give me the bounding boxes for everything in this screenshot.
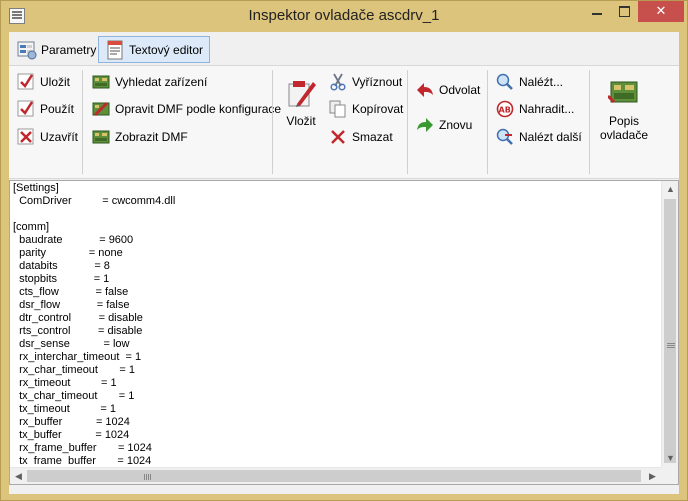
parameters-icon [17,40,37,60]
scissors-icon [329,73,347,91]
show-dmf-button[interactable]: Zobrazit DMF [92,126,188,148]
apply-button[interactable]: Použít [17,98,74,120]
title-bar[interactable]: Inspektor ovladače ascdrv_1 ✕ [1,1,687,31]
paste-button[interactable]: Vložit [279,76,323,128]
tab-textovy-editor[interactable]: Textový editor [98,36,211,63]
driver-description-button[interactable]: Popis ovladače [592,76,656,142]
svg-text:AB: AB [499,106,511,115]
delete-button[interactable]: Smazat [329,126,393,148]
undo-button[interactable]: Odvolat [416,79,480,101]
undo-arrow-icon [416,81,434,99]
close-document-button[interactable]: Uzavřít [17,126,78,148]
scroll-right-arrow-icon[interactable]: ▶ [644,468,661,485]
scroll-grip-icon [667,343,675,349]
ribbon-separator [487,70,488,174]
tab-parametry-label: Parametry [41,42,97,57]
ribbon-separator [82,70,83,174]
scroll-down-arrow-icon[interactable]: ▼ [662,450,679,467]
horizontal-scroll-thumb[interactable] [27,470,641,482]
client-area: Parametry Textový editor Uložit Použít U… [9,32,679,494]
scroll-left-arrow-icon[interactable]: ◀ [10,468,27,485]
delete-x-icon [329,128,347,146]
find-next-button[interactable]: Nalézt další [496,126,582,148]
vertical-scroll-thumb[interactable] [664,199,676,463]
main-window: Inspektor ovladače ascdrv_1 ✕ Parametry … [0,0,688,501]
checkmark-icon [17,73,35,91]
tab-bar: Parametry Textový editor [9,32,679,65]
replace-button[interactable]: AB Nahradit... [496,98,574,120]
redo-button[interactable]: Znovu [416,114,472,136]
find-next-icon [496,128,514,146]
close-x-icon [17,128,35,146]
redo-arrow-icon [416,116,434,134]
find-device-button[interactable]: Vyhledat zařízení [92,71,207,93]
scroll-up-arrow-icon[interactable]: ▲ [662,181,679,198]
save-button[interactable]: Uložit [17,71,70,93]
copy-button[interactable]: Kopírovat [329,98,403,120]
ribbon-separator [589,70,590,174]
magnifier-icon [496,73,514,91]
ribbon-separator [407,70,408,174]
ribbon-toolbar: Uložit Použít Uzavřít Vyhledat zařízení … [9,65,679,179]
text-editor-icon [105,40,125,60]
repair-dmf-button[interactable]: Opravit DMF podle konfigurace [92,98,281,120]
find-button[interactable]: Naléźt... [496,71,563,93]
text-editor[interactable]: [Settings] ComDriver = cwcomm4.dll [comm… [9,180,679,485]
cut-button[interactable]: Vyříznout [329,71,402,93]
tab-textovy-editor-label: Textový editor [129,42,204,57]
maximize-button[interactable] [610,1,637,22]
driver-board-icon [606,76,640,108]
copy-icon [329,100,347,118]
replace-icon: AB [496,100,514,118]
minimize-button[interactable] [583,1,610,22]
checkmark-icon [17,100,35,118]
circuit-board-icon [92,128,110,146]
repair-icon [92,100,110,118]
tab-parametry[interactable]: Parametry [11,36,102,63]
scroll-grip-icon [144,474,152,480]
horizontal-scrollbar[interactable]: ◀ ▶ [10,467,661,484]
paste-icon [285,76,317,108]
scroll-corner [661,467,678,484]
close-button[interactable]: ✕ [638,1,684,22]
editor-content[interactable]: [Settings] ComDriver = cwcomm4.dll [comm… [13,182,659,465]
ribbon-separator [272,70,273,174]
device-search-icon [92,73,110,91]
vertical-scrollbar[interactable]: ▲ ▼ [661,181,678,467]
